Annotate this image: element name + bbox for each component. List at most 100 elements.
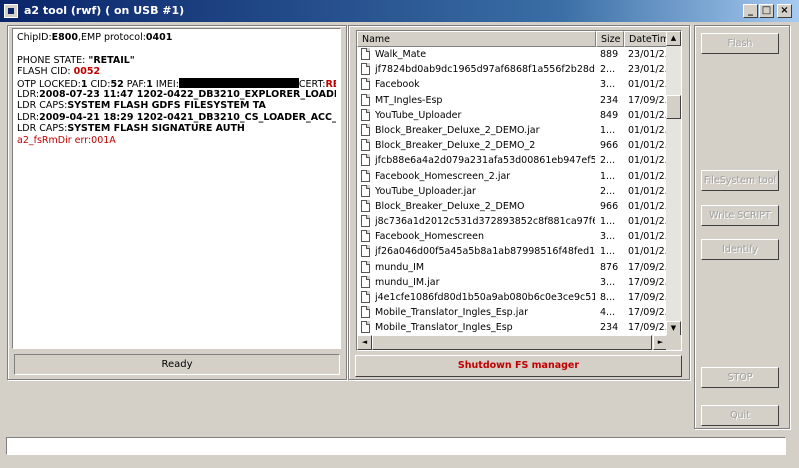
redacted-imei [178,77,299,88]
flash-button[interactable]: Flash [701,33,779,54]
file-datetime: 01/01/2... [628,170,668,182]
column-header-name[interactable]: Name [357,31,596,47]
file-row[interactable]: Facebook_Homescreen 3... 01/01/2... [357,229,668,244]
file-size: 3... [600,276,616,288]
file-row[interactable]: Block_Breaker_Deluxe_2_DEMO 966 01/01/2... [357,199,668,214]
file-size: 3... [600,79,616,91]
maximize-button[interactable]: □ [759,4,774,18]
file-datetime: 23/01/2... [628,64,668,76]
log-text: RED [325,78,336,89]
file-row[interactable]: mundu_IM.jar 3... 17/09/2... [357,275,668,290]
close-button[interactable]: × [777,4,792,18]
file-icon [361,63,370,76]
file-datetime: 17/09/2... [628,261,668,273]
file-size: 966 [600,140,619,152]
file-icon [361,275,370,288]
column-header-datetime[interactable]: DateTime [624,31,668,47]
file-list[interactable]: Name Size DateTime Walk_Mate 889 23/01/2..… [356,30,682,351]
file-name: mundu_IM [375,261,425,273]
file-row[interactable]: Block_Breaker_Deluxe_2_DEMO.jar 1... 01/01… [357,123,668,138]
filesystem-tool-button[interactable]: FileSystem tool [701,170,779,191]
log-text: CERT: [298,78,326,89]
file-name: Mobile_Translator_Ingles_Esp [375,322,513,334]
file-row[interactable]: YouTube_Uploader.jar 2... 01/01/2... [357,184,668,199]
file-row[interactable]: j8c736a1d2012c531d372893852c8f881ca97f69… [357,214,668,229]
write-script-button[interactable]: Write SCRIPT [701,205,779,226]
file-row[interactable]: j4e1cfe1086fd80d1b50a9ab080b6c0e3ce9c51b… [357,290,668,305]
file-row[interactable]: jf26a046d00f5a45a5b8a1ab87998516f48fed10… [357,244,668,259]
file-datetime: 23/01/2... [628,49,668,60]
file-datetime: 01/01/2... [628,185,668,197]
file-name: Block_Breaker_Deluxe_2_DEMO.jar [375,124,540,136]
file-icon [361,123,370,136]
file-row[interactable]: YouTube_Uploader 849 01/01/2... [357,108,668,123]
log-text: OTP LOCKED: [17,78,81,89]
file-row[interactable]: mundu_IM 876 17/09/2... [357,260,668,275]
log-text: LDR CAPS: [17,123,68,135]
file-datetime: 01/01/2... [628,216,668,228]
window-title: a2 tool (rwf) ( on USB #1) [24,4,185,17]
file-row[interactable]: Mobile_Translator_Ingles_Esp.jar 4... 17/0… [357,305,668,320]
file-row[interactable]: Block_Breaker_Deluxe_2_DEMO_2 966 01/01/2.… [357,138,668,153]
file-icon [361,169,370,182]
file-datetime: 17/09/2... [628,276,668,288]
scroll-up-icon[interactable]: ▲ [666,31,681,46]
log-text: LDR: [17,111,40,123]
log-text: LDR: [17,88,40,100]
file-datetime: 17/09/2... [628,292,668,303]
quit-button[interactable]: Quit [701,405,779,426]
log-line: LDR CAPS:SYSTEM FLASH SIGNATURE AUTH [17,123,336,134]
file-name: Walk_Mate [375,49,427,60]
scroll-down-icon[interactable]: ▼ [666,321,681,336]
file-row[interactable]: Facebook_Homescreen_2.jar 1... 01/01/2... [357,169,668,184]
vertical-scrollbar[interactable]: ▲ ▼ [666,31,681,336]
file-row[interactable]: MT_Ingles-Esp 234 17/09/2... [357,93,668,108]
minimize-button[interactable]: _ [743,4,758,18]
file-icon [361,199,370,212]
column-header-size[interactable]: Size [596,31,624,47]
log-line: LDR:2009-04-21 18:29 1202-0421_DB3210_CS… [17,112,336,123]
log-line: LDR:2008-07-23 11:47 1202-0422_DB3210_EX… [17,89,336,100]
log-text: 2008-07-23 11:47 1202-0422_DB3210_EXPLOR… [39,88,336,100]
file-size: 8... [600,292,616,303]
file-row[interactable]: Mobile_Translator_Ingles_Esp 234 17/09/2..… [357,320,668,335]
log-text: IMEI: [152,78,179,89]
file-size: 1... [600,170,616,182]
file-icon [361,215,370,228]
log-output[interactable]: ChipID:E800,EMP protocol:0401 PHONE STATE… [12,28,341,349]
file-row[interactable]: Facebook 3... 01/01/2... [357,77,668,92]
horizontal-scrollbar[interactable]: ◄ ► [357,335,668,350]
log-text: SYSTEM FLASH SIGNATURE AUTH [67,123,245,135]
shutdown-fs-manager-button[interactable]: Shutdown FS manager [355,355,682,377]
file-icon [361,291,370,303]
file-icon [361,48,370,60]
file-row[interactable]: jfcb88e6a4a2d079a231afa53d00861eb947ef5e… [357,153,668,168]
file-datetime: 01/01/2... [628,200,668,212]
title-bar[interactable]: a2 tool (rwf) ( on USB #1) _ □ × [0,0,799,22]
file-name: YouTube_Uploader.jar [375,185,476,197]
app-icon[interactable] [4,4,18,18]
vertical-scroll-thumb[interactable] [666,95,681,119]
status-bar: Ready [14,354,340,375]
horizontal-scroll-thumb[interactable] [372,335,652,350]
stop-button[interactable]: STOP [701,367,779,388]
identify-button[interactable]: Identify [701,239,779,260]
file-icon [361,139,370,152]
file-icon [361,184,370,197]
file-icon [361,108,370,121]
log-text: PHONE STATE: [17,54,89,66]
file-datetime: 01/01/2... [628,246,668,258]
log-text: E800 [51,32,78,43]
scroll-left-icon[interactable]: ◄ [357,335,372,350]
file-datetime: 17/09/2... [628,307,668,319]
file-rows: Walk_Mate 889 23/01/2... jf7824bd0ab9dc1965… [357,47,668,336]
file-size: 3... [600,231,616,243]
file-name: j8c736a1d2012c531d372893852c8f881ca97f69… [375,216,595,228]
file-row[interactable]: jf7824bd0ab9dc1965d97af6868f1a556f2b28d7… [357,62,668,77]
file-name: jf26a046d00f5a45a5b8a1ab87998516f48fed10… [375,246,595,258]
file-row[interactable]: Walk_Mate 889 23/01/2... [357,47,668,62]
file-datetime: 17/09/2... [628,322,668,334]
file-name: Mobile_Translator_Ingles_Esp.jar [375,307,529,319]
file-datetime: 01/01/2... [628,124,668,136]
